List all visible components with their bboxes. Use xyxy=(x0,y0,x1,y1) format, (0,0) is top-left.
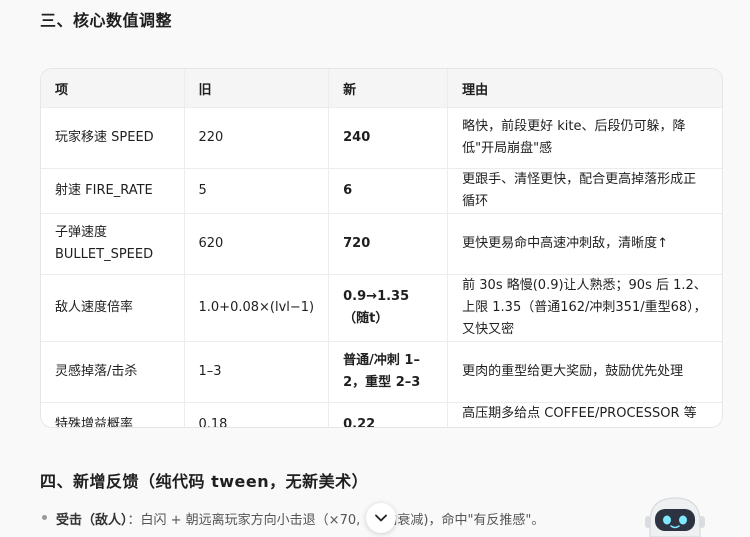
table-cell: 略快，前段更好 kite、后段仍可躲，降低"开局崩盘"感 xyxy=(447,107,722,169)
table-row: 玩家移速 SPEED 220 240 略快，前段更好 kite、后段仍可躲，降低… xyxy=(41,107,722,169)
column-header: 新 xyxy=(328,69,449,108)
column-header: 旧 xyxy=(184,69,330,108)
chevron-down-icon xyxy=(375,514,387,522)
table-cell: 0.9→1.35（随t） xyxy=(328,274,449,342)
column-header: 理由 xyxy=(447,69,722,108)
list-item: 受击（敌人）：白闪 + 朝远离玩家方向小击退（×70, 内衰减)，命中"有反推感… xyxy=(42,509,545,528)
table-cell: 高压期多给点 COFFEE/PROCESSOR 等续命 xyxy=(462,406,697,421)
table-header-row: 项 旧 新 理由 xyxy=(41,69,722,108)
table-cell: 220 xyxy=(184,107,330,169)
table-cell: 普通/冲刺 1–2，重型 2–3 xyxy=(328,341,449,403)
table-cell: 更快更易命中高速冲刺敌，清晰度↑ xyxy=(447,213,722,275)
scroll-down-button[interactable] xyxy=(366,503,396,533)
table-cell: 前 30s 略慢(0.9)让人熟悉；90s 后 1.2、上限 1.35（普通16… xyxy=(447,274,722,342)
value-adjustment-table: 项 旧 新 理由 玩家移速 SPEED 220 240 略快，前段更好 kite… xyxy=(40,68,723,428)
table-cell: 特殊增益概率 xyxy=(41,402,185,427)
table-cell: 1–3 xyxy=(184,341,330,403)
table-cell: 射速 FIRE_RATE xyxy=(41,168,185,214)
table-cell: 1.0+0.08×(lvl−1) xyxy=(184,274,330,342)
section-heading-3: 三、核心数值调整 xyxy=(40,11,173,30)
robot-assistant-icon[interactable] xyxy=(640,492,710,537)
column-header: 项 xyxy=(41,69,185,108)
table-cell: 灵感掉落/击杀 xyxy=(41,341,185,403)
table-row: 射速 FIRE_RATE 5 6 更跟手、清怪更快，配合更高掉落形成正循环 xyxy=(41,168,722,214)
table-cell: 0.18 xyxy=(184,402,330,427)
table-cell: 更跟手、清怪更快，配合更高掉落形成正循环 xyxy=(447,168,722,214)
bullet-text-tail: 内衰减)，命中"有反推感"。 xyxy=(384,513,545,528)
table-cell: 敌人速度倍率 xyxy=(41,274,185,342)
bullet-label: 受击（敌人） xyxy=(56,513,128,528)
table-cell: 720 xyxy=(328,213,449,275)
table-cell: 620 xyxy=(184,213,330,275)
table-cell: 5 xyxy=(184,168,330,214)
section-heading-4: 四、新增反馈（纯代码 tween，无新美术） xyxy=(40,472,369,491)
table-row: 灵感掉落/击杀 1–3 普通/冲刺 1–2，重型 2–3 更肉的重型给更大奖励，… xyxy=(41,341,722,403)
table-row: 特殊增益概率 0.18 0.22 高压期多给点 COFFEE/PROCESSOR… xyxy=(41,402,722,427)
table-cell: 6 xyxy=(328,168,449,214)
bullet-dot xyxy=(42,515,47,520)
table-cell: 0.22 xyxy=(328,402,449,427)
table-cell: 240 xyxy=(328,107,449,169)
bullet-text: ：白闪 + 朝远离玩家方向小击退（×70, xyxy=(127,513,365,528)
table-cell: 更肉的重型给更大奖励，鼓励优先处理 xyxy=(447,341,722,403)
table-row: 子弹速度 BULLET_SPEED 620 720 更快更易命中高速冲刺敌，清晰… xyxy=(41,213,722,275)
table-cell: 子弹速度 BULLET_SPEED xyxy=(41,213,185,275)
table-row: 敌人速度倍率 1.0+0.08×(lvl−1) 0.9→1.35（随t） 前 3… xyxy=(41,274,722,342)
table-cell: 玩家移速 SPEED xyxy=(41,107,185,169)
